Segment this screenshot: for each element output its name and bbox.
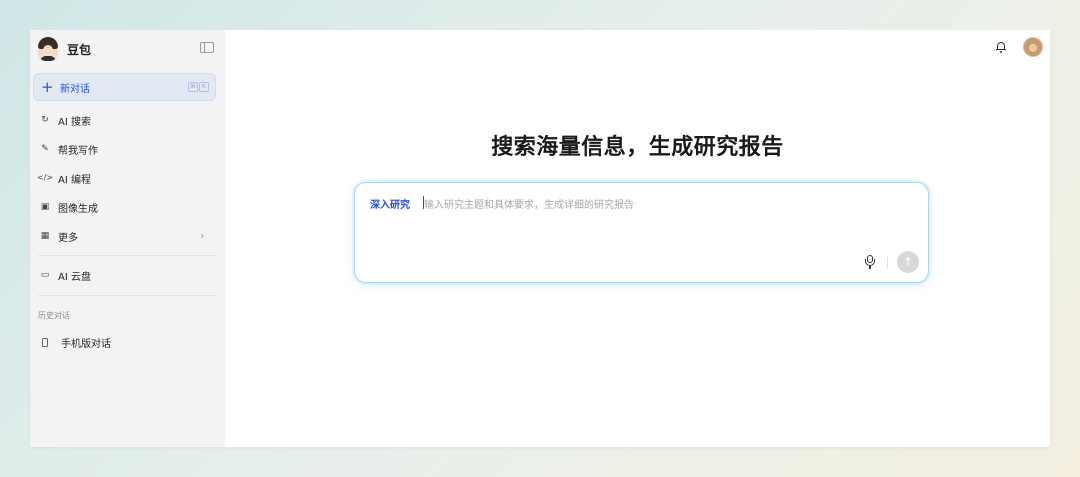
microphone-icon[interactable]: [865, 255, 875, 269]
grid-icon: ▦: [40, 230, 50, 241]
divider: [38, 255, 216, 256]
main-panel: 搜索海量信息，生成研究报告 深入研究 输入研究主题和具体要求，生成详细的研究报告…: [225, 30, 1050, 447]
sidebar-item-label: 图像生成: [58, 203, 98, 215]
pen-icon: ✎: [41, 143, 49, 154]
shortcut-hint: ⌘ K: [187, 82, 209, 92]
sidebar-item-cloud-drive[interactable]: ▭ AI 云盘: [40, 267, 91, 283]
history-item[interactable]: 手机版对话: [40, 334, 111, 350]
sidebar-item-label: AI 编程: [58, 174, 91, 186]
divider: [887, 257, 888, 269]
phone-icon: [42, 337, 48, 347]
mode-chip[interactable]: 深入研究: [370, 196, 410, 211]
brand-name: 豆包: [67, 42, 92, 57]
sidebar-item-image-gen[interactable]: ▣ 图像生成: [40, 199, 98, 215]
sidebar-item-label: 帮我写作: [58, 145, 98, 157]
brand-avatar-icon: [38, 37, 58, 61]
sidebar-item-label: 更多: [58, 232, 78, 244]
code-icon: </>: [36, 173, 54, 182]
plus-icon: +: [41, 77, 54, 96]
send-button[interactable]: ↑: [897, 251, 919, 273]
new-chat-label: 新对话: [60, 83, 90, 95]
page-title: 搜索海量信息，生成研究报告: [491, 135, 784, 160]
sidebar-toggle-icon[interactable]: [200, 42, 214, 53]
arrow-up-icon: ↑: [902, 255, 914, 269]
sidebar-item-label: AI 云盘: [58, 271, 91, 283]
search-refresh-icon: ↻: [41, 114, 49, 125]
divider: [38, 295, 216, 296]
user-avatar[interactable]: [1023, 37, 1043, 57]
new-chat-button[interactable]: + 新对话 ⌘ K: [33, 73, 216, 101]
sidebar-item-label: AI 搜索: [58, 116, 91, 128]
sidebar-item-coding[interactable]: </> AI 编程: [36, 170, 91, 186]
sidebar-item-more[interactable]: ▦ 更多: [40, 228, 78, 244]
sidebar-item-ai-search[interactable]: ↻ AI 搜索: [40, 112, 91, 128]
chevron-right-icon[interactable]: ›: [200, 229, 204, 242]
app-window: 豆包 + 新对话 ⌘ K ↻ AI 搜索 ✎ 帮我写作 </> AI 编程 ▣ …: [30, 30, 1050, 447]
k-key-icon: K: [199, 82, 209, 92]
history-section-label: 历史对话: [38, 311, 70, 320]
input-placeholder[interactable]: 输入研究主题和具体要求，生成详细的研究报告: [424, 196, 634, 211]
bell-icon[interactable]: [996, 41, 1006, 53]
command-key-icon: ⌘: [188, 82, 198, 92]
sidebar: 豆包 + 新对话 ⌘ K ↻ AI 搜索 ✎ 帮我写作 </> AI 编程 ▣ …: [30, 30, 225, 447]
folder-icon: ▭: [40, 269, 50, 280]
image-icon: ▣: [40, 201, 50, 212]
sidebar-item-writing[interactable]: ✎ 帮我写作: [40, 141, 98, 157]
brand[interactable]: 豆包: [38, 37, 91, 61]
history-item-label: 手机版对话: [61, 338, 111, 350]
research-input-box[interactable]: 深入研究 输入研究主题和具体要求，生成详细的研究报告 ↑: [354, 182, 929, 283]
